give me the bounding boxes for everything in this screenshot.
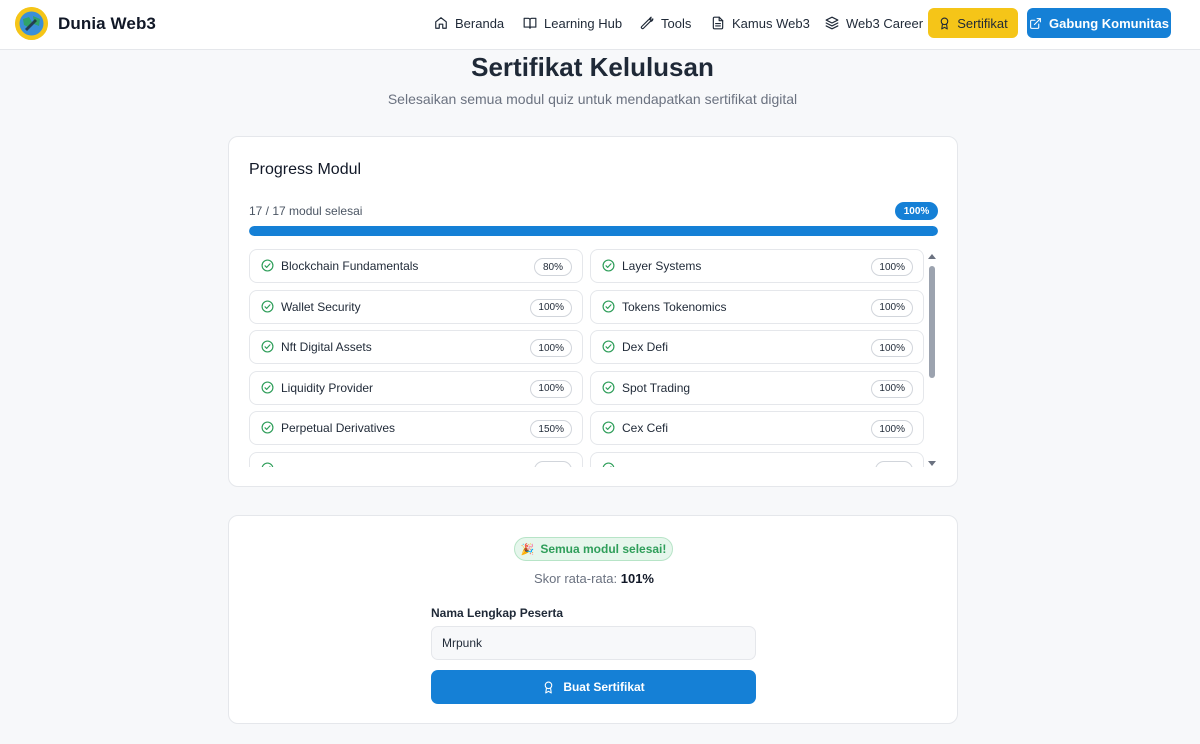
module-list[interactable]: Blockchain Fundamentals 80% Layer Systems 1… bbox=[249, 249, 929, 467]
module-item: Cex Cefi 100% bbox=[590, 411, 924, 445]
check-circle-icon bbox=[602, 299, 615, 318]
module-score-badge bbox=[875, 460, 913, 467]
navbar: Dunia Web3 Beranda Learning Hub Tools Ka… bbox=[0, 0, 1200, 50]
module-item: Liquidity Provider 100% bbox=[249, 370, 583, 405]
average-score-label: Skor rata-rata: bbox=[534, 571, 618, 586]
module-score-badge: 100% bbox=[871, 420, 913, 438]
module-name: Blockchain Fundamentals bbox=[281, 259, 419, 273]
certificate-nav-label: Sertifikat bbox=[957, 15, 1008, 31]
module-item bbox=[249, 451, 583, 467]
nav-item-web3-career[interactable]: Web3 Career bbox=[825, 8, 923, 38]
progress-bar bbox=[249, 226, 938, 236]
module-score-badge: 100% bbox=[530, 379, 572, 398]
participant-name-input[interactable] bbox=[431, 626, 756, 660]
module-name: Nft Digital Assets bbox=[281, 340, 372, 354]
nav-item-kamus-web3[interactable]: Kamus Web3 bbox=[711, 8, 810, 38]
check-circle-icon bbox=[602, 259, 615, 277]
average-score-value: 101% bbox=[620, 571, 654, 586]
certificate-nav-button[interactable]: Sertifikat bbox=[928, 8, 1018, 38]
page-subtitle: Selesaikan semua modul quiz untuk mendap… bbox=[387, 91, 798, 107]
join-community-button[interactable]: Gabung Komunitas bbox=[1027, 8, 1171, 38]
module-score-badge: 80% bbox=[534, 258, 572, 276]
module-score-badge: 100% bbox=[871, 339, 913, 357]
nav-label: Web3 Career bbox=[846, 15, 924, 31]
certificate-card: 🎉 Semua modul selesai! Skor rata-rata: 1… bbox=[228, 515, 958, 724]
book-icon bbox=[523, 17, 537, 29]
module-name: Tokens Tokenomics bbox=[622, 299, 727, 314]
external-link-icon bbox=[1030, 17, 1041, 29]
check-circle-icon bbox=[602, 340, 615, 358]
nav-label: Learning Hub bbox=[544, 15, 623, 31]
module-item: Dex Defi 100% bbox=[590, 330, 924, 364]
scroll-down-icon[interactable] bbox=[928, 461, 936, 466]
progress-bar-fill bbox=[249, 226, 938, 236]
module-list-scrollbar[interactable] bbox=[926, 252, 938, 468]
create-certificate-button[interactable]: Buat Sertifikat bbox=[431, 670, 756, 704]
module-item: Wallet Security 100% bbox=[249, 289, 583, 324]
module-item: Spot Trading 100% bbox=[590, 370, 924, 405]
module-score-badge bbox=[534, 460, 572, 467]
module-name: Dex Defi bbox=[622, 340, 669, 354]
module-name: Layer Systems bbox=[622, 259, 702, 273]
progress-percent-badge: 100% bbox=[895, 202, 938, 220]
check-circle-icon bbox=[261, 421, 274, 439]
nav-label: Kamus Web3 bbox=[732, 15, 810, 31]
module-score-badge: 100% bbox=[530, 298, 572, 317]
module-item: Tokens Tokenomics 100% bbox=[590, 289, 924, 324]
create-certificate-label: Buat Sertifikat bbox=[563, 680, 645, 694]
document-icon bbox=[712, 16, 724, 30]
nav-item-beranda[interactable]: Beranda bbox=[434, 8, 504, 38]
module-score-badge: 100% bbox=[871, 379, 913, 398]
module-name: Cex Cefi bbox=[622, 421, 669, 435]
nav-label: Tools bbox=[661, 15, 692, 31]
layers-icon bbox=[825, 16, 839, 30]
scroll-thumb[interactable] bbox=[929, 266, 935, 378]
check-circle-icon bbox=[602, 380, 615, 399]
check-circle-icon bbox=[261, 461, 274, 467]
module-item: Layer Systems 100% bbox=[590, 249, 924, 283]
module-item: Nft Digital Assets 100% bbox=[249, 330, 583, 364]
average-score: Skor rata-rata: 101% bbox=[229, 571, 959, 586]
page-title: Sertifikat Kelulusan bbox=[471, 52, 714, 82]
wrench-icon bbox=[640, 16, 654, 30]
nav-label: Beranda bbox=[455, 15, 505, 31]
module-score-badge: 100% bbox=[871, 258, 913, 276]
scroll-up-icon[interactable] bbox=[928, 254, 936, 259]
participant-name-label: Nama Lengkap Peserta bbox=[431, 606, 564, 620]
module-score-badge: 100% bbox=[530, 339, 572, 357]
module-name: Wallet Security bbox=[281, 299, 361, 314]
progress-card: Progress Modul 17 / 17 modul selesai 100… bbox=[228, 136, 958, 487]
module-item bbox=[590, 451, 924, 467]
module-item: Perpetual Derivatives 150% bbox=[249, 411, 583, 445]
module-item: Blockchain Fundamentals 80% bbox=[249, 249, 583, 283]
check-circle-icon bbox=[261, 340, 274, 358]
award-icon bbox=[545, 681, 553, 693]
join-community-label: Gabung Komunitas bbox=[1049, 15, 1169, 31]
module-name: Perpetual Derivatives bbox=[281, 421, 396, 435]
module-name: Liquidity Provider bbox=[281, 380, 374, 395]
nav-item-tools[interactable]: Tools bbox=[640, 8, 691, 38]
progress-title: Progress Modul bbox=[249, 161, 362, 178]
progress-count: 17 / 17 modul selesai bbox=[249, 204, 363, 218]
check-circle-icon bbox=[602, 461, 615, 467]
award-icon bbox=[940, 17, 949, 29]
completion-badge-text: Semua modul selesai! bbox=[540, 542, 667, 556]
check-circle-icon bbox=[261, 299, 274, 318]
party-popper-icon: 🎉 bbox=[520, 543, 535, 556]
module-score-badge: 150% bbox=[530, 420, 572, 438]
check-circle-icon bbox=[602, 421, 615, 439]
home-icon bbox=[435, 17, 447, 29]
completion-badge: 🎉 Semua modul selesai! bbox=[514, 537, 673, 561]
nav-item-learning-hub[interactable]: Learning Hub bbox=[523, 8, 622, 38]
module-name: Spot Trading bbox=[622, 380, 691, 395]
check-circle-icon bbox=[261, 259, 274, 277]
check-circle-icon bbox=[261, 380, 274, 399]
module-score-badge: 100% bbox=[871, 298, 913, 317]
